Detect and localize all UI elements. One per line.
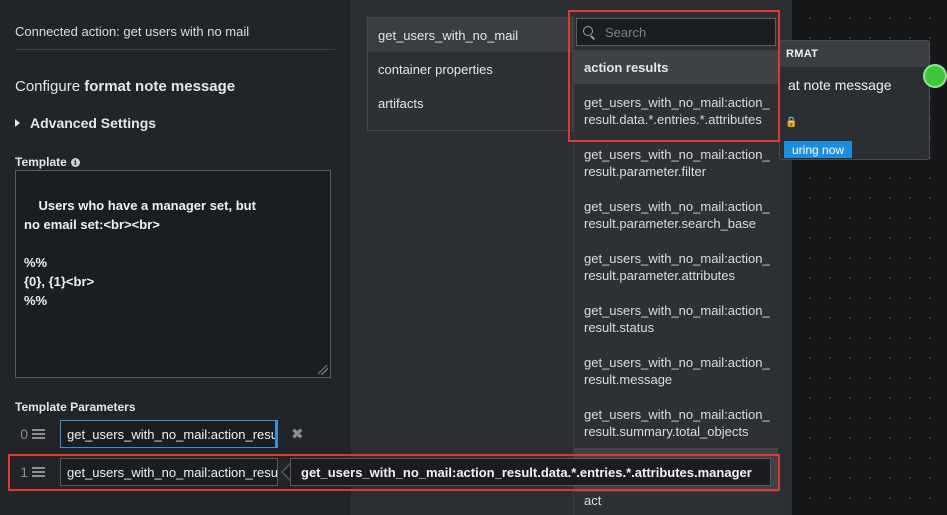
template-label: Template i [15, 155, 80, 169]
dropdown-item-line: result.parameter.search_base [584, 216, 756, 231]
source-item-action[interactable]: get_users_with_no_mail [368, 18, 572, 52]
parameter-index: 0 [20, 426, 28, 442]
dropdown-item-line: get_users_with_no_mail:action_ [584, 303, 770, 318]
lock-icon: 🔒 [785, 117, 798, 128]
drag-handle-icon[interactable] [32, 429, 45, 439]
node-header: RMAT [780, 41, 929, 67]
parameter-tooltip: get_users_with_no_mail:action_result.dat… [290, 458, 771, 486]
template-parameter-row: 0 get_users_with_no_mail:action_result.d… [0, 420, 304, 448]
dropdown-item-line: get_users_with_no_mail:action_ [584, 251, 770, 266]
node-output-port[interactable] [925, 66, 945, 86]
divider [15, 49, 335, 50]
template-label-text: Template [15, 155, 67, 169]
resize-grip-icon[interactable] [318, 365, 328, 375]
dropdown-item-line: result.message [584, 372, 673, 387]
template-parameters-label: Template Parameters [15, 400, 136, 414]
dropdown-item[interactable]: get_users_with_no_mail:action_ result.st… [574, 302, 778, 336]
template-textarea[interactable]: Users who have a manager set, but no ema… [15, 170, 331, 378]
dropdown-item-line: result.summary.total_objects [584, 424, 749, 439]
dropdown-item-line: result.parameter.attributes [584, 268, 736, 283]
configuring-badge: uring now [784, 141, 853, 158]
source-item-container-properties[interactable]: container properties [368, 52, 572, 86]
parameter-input[interactable]: get_users_with_no_mail:action_result.dat… [60, 420, 278, 448]
dropdown-item[interactable]: get_users_with_no_mail:action_ result.me… [574, 354, 778, 388]
connected-action-label: Connected action: get users with no mail [15, 24, 250, 39]
dropdown-item-line: get_users_with_no_mail:action_ [584, 199, 770, 214]
dropdown-item-line: get_users_with_no_mail:action_ [584, 147, 770, 162]
info-icon[interactable]: i [70, 157, 80, 167]
advanced-settings-label: Advanced Settings [30, 115, 157, 131]
advanced-settings-toggle[interactable]: Advanced Settings [15, 115, 156, 131]
dropdown-item[interactable]: get_users_with_no_mail:action_ result.pa… [574, 250, 778, 284]
dropdown-item-line: get_users_with_no_mail:action_ [584, 407, 770, 422]
configure-prefix: Configure [15, 78, 81, 95]
template-text: Users who have a manager set, but no ema… [24, 198, 256, 308]
dropdown-item-line: result.parameter.filter [584, 164, 707, 179]
format-block-node[interactable]: RMAT at note message uring now [779, 40, 930, 160]
caret-right-icon [15, 119, 20, 127]
node-title: at note message [788, 77, 892, 93]
dropdown-item[interactable]: act [574, 492, 778, 509]
dropdown-item-line: get_users_with_no_mail:action_ [584, 355, 770, 370]
dropdown-item[interactable]: get_users_with_no_mail:action_ result.pa… [574, 198, 778, 232]
highlight-box-dropdown [568, 10, 780, 142]
configure-heading: Configure format note message [15, 78, 235, 95]
parameter-value: get_users_with_no_mail:action_result.dat… [67, 426, 278, 442]
configure-target: format note message [84, 78, 236, 95]
source-item-artifacts[interactable]: artifacts [368, 86, 572, 120]
dropdown-item[interactable]: get_users_with_no_mail:action_ result.su… [574, 406, 778, 440]
dropdown-item[interactable]: get_users_with_no_mail:action_ result.pa… [574, 146, 778, 180]
remove-icon[interactable]: ✖ [291, 425, 304, 443]
config-panel: Connected action: get users with no mail… [0, 0, 352, 515]
dropdown-item-line: result.status [584, 320, 655, 335]
datapath-source-list: get_users_with_no_mail container propert… [367, 17, 573, 131]
